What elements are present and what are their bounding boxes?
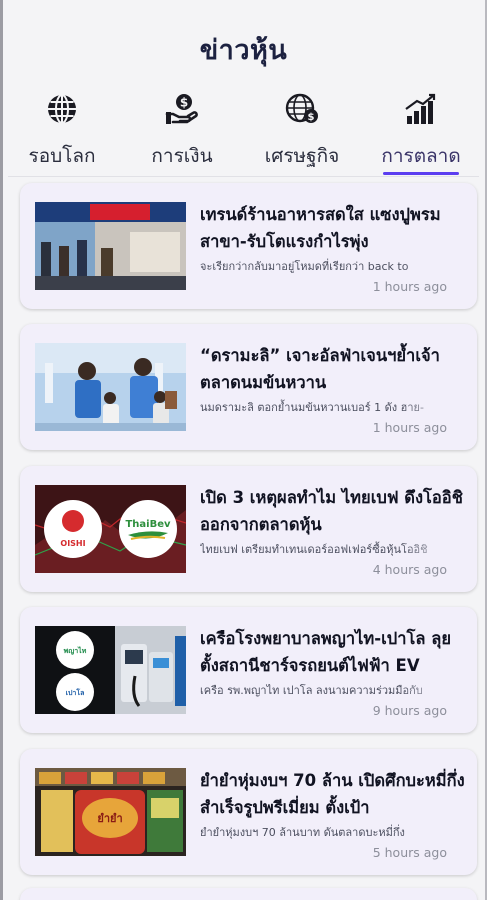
news-card[interactable]: เทรนด์ร้านอาหารสดใส แซงปูพรมสาขา-รับโตแร… xyxy=(20,183,477,309)
economy-globe-icon: $ xyxy=(285,93,318,123)
news-time: 1 hours ago xyxy=(372,279,447,294)
tab-label: รอบโลก xyxy=(28,145,96,167)
app-screen: ข่าวหุ้น รอบโลก $ การเงิน $ เศรษฐกิจ การ… xyxy=(0,0,487,900)
news-time: 4 hours ago xyxy=(372,562,447,577)
news-headline: ยำยำหุ่มงบฯ 70 ล้าน เปิดศึกบะหมี่กึ่งสำเ… xyxy=(200,771,465,817)
news-headline: เทรนด์ร้านอาหารสดใส แซงปูพรมสาขา-รับโตแร… xyxy=(200,205,441,251)
news-card[interactable]: OISHI ThaiBev เปิด 3 เหตุผลทำไม ไทยเบฟ ด… xyxy=(20,466,477,592)
news-card[interactable]: “ดรามะลิ” เจาะอัลฟ่าเจนฯย้ำเจ้าตลาดนมข้น… xyxy=(20,324,477,450)
news-thumbnail: OISHI ThaiBev xyxy=(35,485,186,573)
tab-label: เศรษฐกิจ xyxy=(264,145,340,167)
tab-label: การเงิน xyxy=(151,145,213,167)
svg-text:$: $ xyxy=(180,96,188,110)
category-tabs: รอบโลก $ การเงิน $ เศรษฐกิจ การตลาด xyxy=(0,86,487,176)
news-thumbnail xyxy=(35,202,186,290)
news-headline: “ดรามะลิ” เจาะอัลฟ่าเจนฯย้ำเจ้าตลาดนมข้น… xyxy=(200,346,440,392)
oishi-thaibev-logos: OISHI ThaiBev xyxy=(35,485,186,573)
news-headline: เปิด 3 เหตุผลทำไม ไทยเบฟ ดึงโออิชิ ออกจา… xyxy=(200,488,463,534)
active-tab-indicator xyxy=(383,172,459,175)
tabs-divider xyxy=(8,176,479,177)
tab-marketing[interactable]: การตลาด xyxy=(361,86,481,175)
news-thumbnail: ยำยำ xyxy=(35,768,186,856)
news-thumbnail: พญาไท เปาโล xyxy=(35,626,186,714)
svg-text:$: $ xyxy=(308,112,315,123)
bar-chart-icon xyxy=(405,93,436,124)
news-card[interactable]: ยำยำ ยำยำหุ่มงบฯ 70 ล้าน เปิดศึกบะหมี่กึ… xyxy=(20,749,477,875)
svg-text:ยำยำ: ยำยำ xyxy=(97,812,122,825)
tab-finance[interactable]: $ การเงิน xyxy=(122,86,242,174)
news-time: 5 hours ago xyxy=(372,845,447,860)
money-hand-icon: $ xyxy=(165,94,198,124)
news-time: 1 hours ago xyxy=(372,420,447,435)
news-thumbnail xyxy=(35,343,186,431)
page-title: ข่าวหุ้น xyxy=(199,35,288,66)
svg-text:OISHI: OISHI xyxy=(60,539,85,548)
svg-text:เปาโล: เปาโล xyxy=(66,688,85,697)
tab-world[interactable]: รอบโลก xyxy=(2,86,122,174)
news-time: 9 hours ago xyxy=(372,703,447,718)
ev-charger-photo: พญาไท เปาโล xyxy=(35,626,186,714)
news-card-partial[interactable] xyxy=(20,888,477,900)
globe-icon xyxy=(48,94,76,124)
food-store-photo xyxy=(35,202,186,290)
svg-text:ThaiBev: ThaiBev xyxy=(125,519,171,530)
tab-economy[interactable]: $ เศรษฐกิจ xyxy=(242,86,362,174)
svg-text:พญาไท: พญาไท xyxy=(64,646,87,655)
milk-brand-photo xyxy=(35,343,186,431)
instant-noodle-photo: ยำยำ xyxy=(35,768,186,856)
news-card[interactable]: พญาไท เปาโล เครือโรงพยาบาลพญาไท-เปาโล ลุ… xyxy=(20,607,477,733)
news-headline: เครือโรงพยาบาลพญาไท-เปาโล ลุยตั้งสถานีชา… xyxy=(200,629,451,675)
tab-label: การตลาด xyxy=(381,145,461,167)
